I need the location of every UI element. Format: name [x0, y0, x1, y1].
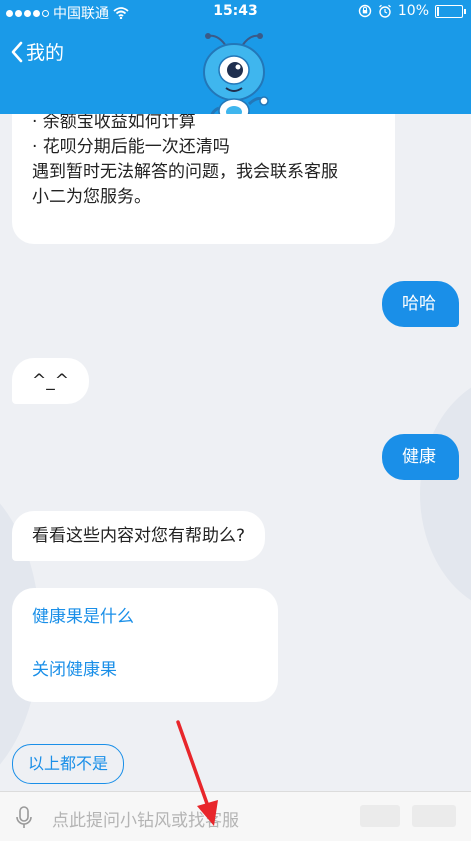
bot-message: ^_^	[12, 358, 89, 404]
mascot-avatar	[203, 33, 269, 124]
user-message: 哈哈	[382, 281, 459, 327]
suggestion-link[interactable]: 关闭健康果	[32, 658, 117, 683]
obscured-area	[412, 805, 456, 827]
status-right: 10%	[358, 3, 466, 19]
suggestion-link[interactable]: 健康果是什么	[32, 605, 134, 630]
chevron-left-icon	[11, 41, 23, 62]
user-message: 健康	[382, 434, 459, 480]
back-label: 我的	[26, 42, 65, 64]
input-bar: 点此提问小钻风或找客服	[0, 791, 471, 841]
red-arrow-annotation	[176, 720, 218, 826]
bot-message-intro: · 余额宝收益如何计算 · 花呗分期后能一次还清吗 遇到暂时无法解答的问题，我会…	[12, 114, 395, 244]
chat-area[interactable]: · 余额宝收益如何计算 · 花呗分期后能一次还清吗 遇到暂时无法解答的问题，我会…	[0, 114, 471, 791]
none-of-above-button[interactable]: 以上都不是	[12, 744, 125, 784]
battery-icon	[435, 4, 466, 18]
back-button[interactable]: 我的	[10, 38, 64, 65]
status-bar: 中国联通 15:43 10%	[0, 0, 471, 24]
intro-line: 小二为您服务。	[32, 187, 151, 207]
nav-bar: 我的	[0, 24, 471, 124]
intro-line: · 余额宝收益如何计算	[32, 114, 196, 132]
alarm-icon	[378, 4, 391, 18]
rotation-lock-icon	[358, 4, 372, 18]
suggestion-card: 健康果是什么 关闭健康果	[12, 588, 278, 702]
intro-line: · 花呗分期后能一次还清吗	[32, 137, 230, 157]
obscured-area	[360, 805, 400, 827]
battery-percent: 10%	[397, 3, 429, 19]
intro-line: 遇到暂时无法解答的问题，我会联系客服	[32, 162, 338, 182]
microphone-icon[interactable]	[14, 806, 34, 830]
bot-message: 看看这些内容对您有帮助么?	[12, 511, 266, 561]
background-decoration	[420, 374, 471, 614]
